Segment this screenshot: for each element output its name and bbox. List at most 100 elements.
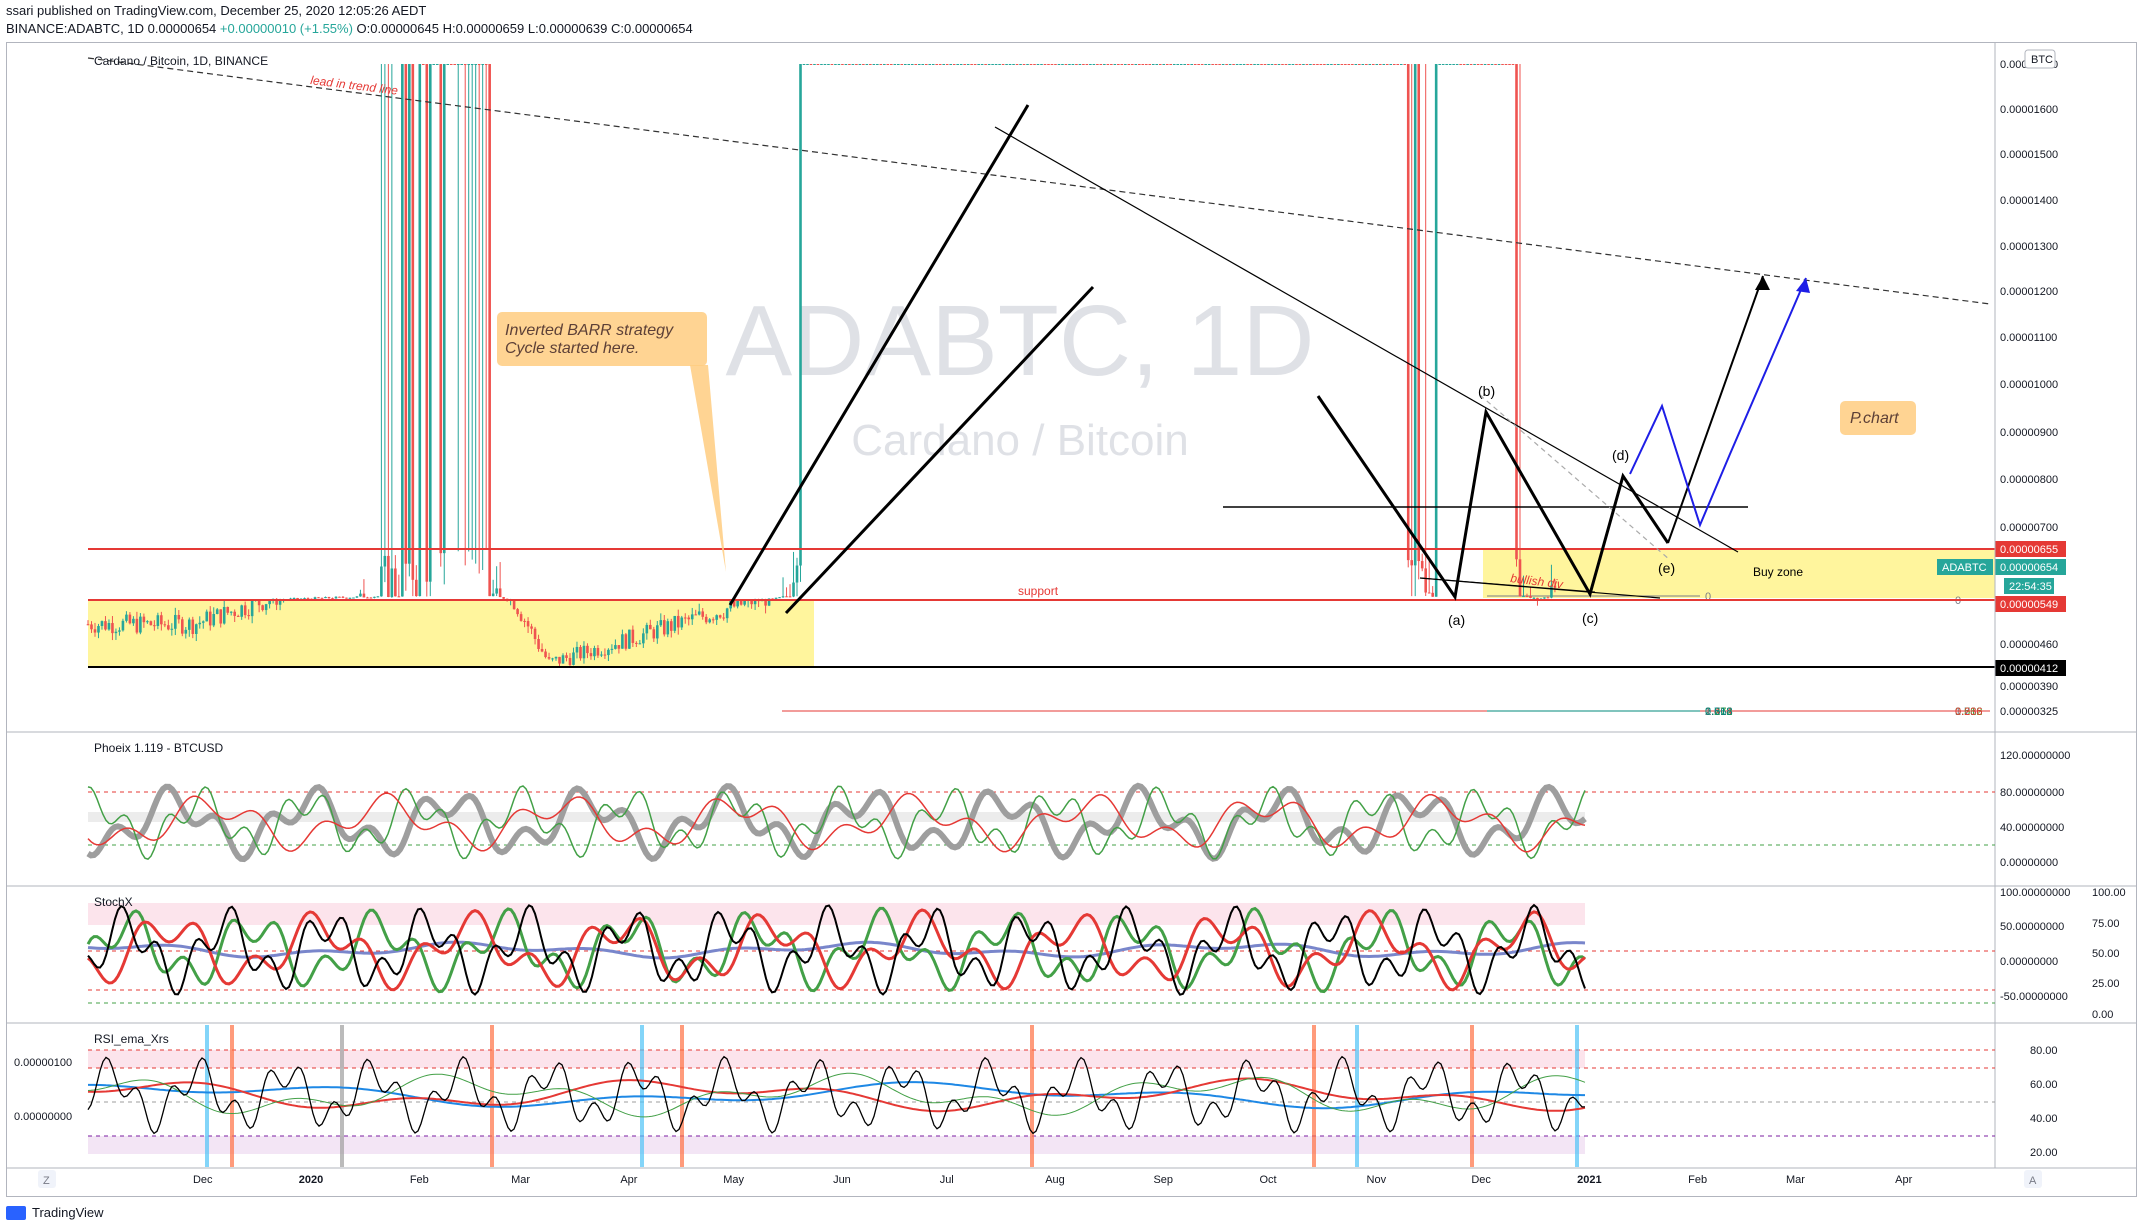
candle-body [1501,64,1504,65]
candle-body [621,634,624,649]
arrow-head-black [1755,276,1770,290]
candle-body [697,611,701,615]
candle-body [910,64,914,65]
candle-body [153,625,156,627]
candle-body [690,614,694,620]
candle-body [1326,64,1330,65]
candle-body [1291,64,1295,65]
candle-body [1158,64,1162,65]
tag-current-text: 0.00000654 [2000,562,2058,574]
candle-body [1068,64,1071,65]
candle-body [924,64,928,65]
candle-body [1092,64,1096,65]
candle-body [408,64,411,564]
candle-body [1141,64,1145,65]
candle-body [1239,64,1242,65]
rsi-pane[interactable] [87,1025,1995,1167]
candle-body [575,646,579,653]
candle-body [1476,64,1480,65]
candle-body [596,647,600,656]
time-tick: 2020 [299,1174,323,1186]
candle-body [1022,64,1026,65]
phoenix-scale-tick: 80.00000000 [2000,787,2064,799]
candle-body [662,620,666,635]
stochx-scale-tick: 0.00000000 [2000,956,2058,968]
candle-body [631,629,635,643]
candle-body [820,64,823,65]
candle-body [470,64,474,65]
candle-body [1462,64,1466,65]
candle-body [900,64,904,65]
candle-body [456,64,460,65]
candle-body [1452,64,1455,65]
candle-body [125,614,128,621]
candle-body [666,621,670,635]
time-axis[interactable]: Dec 2020 Feb Mar Apr May Jun Jul Aug Sep Oct Nov Dec… [193,1174,1913,1186]
candle-body [1309,64,1312,65]
candle-body [711,619,715,621]
time-tick: Oct [1259,1174,1276,1186]
phoenix-band [88,812,1585,822]
candle-body [1260,64,1263,65]
candle-body [1333,64,1337,65]
candle-body [558,656,561,664]
phoenix-grey-area [86,782,1587,863]
time-tick: May [723,1174,744,1186]
candle-body [676,615,680,628]
rsi-overbought-band [88,1050,1585,1068]
rsi-signal-bar [340,1025,344,1167]
barr-line-1: Inverted BARR strategy [505,322,674,339]
candle-body [830,64,834,65]
candle-body [428,64,432,582]
candle-body [893,64,897,65]
candle-body [774,597,778,599]
barr-callout-pointer [690,365,726,572]
buy-zone-label: Buy zone [1753,565,1803,579]
watermark-big: ADABTC, 1D [725,285,1314,397]
candle-body [607,649,610,656]
phoenix-pane[interactable] [86,782,1995,863]
candle-body [1347,64,1351,65]
candle-body [477,64,481,65]
stochx-pane[interactable] [86,903,1995,1004]
candle-body [886,64,890,65]
tradingview-logo-icon [6,1205,26,1220]
price-tick: 0.00001100 [2000,332,2057,344]
candle-body [816,64,820,65]
candle-body [795,565,799,583]
candle-body [111,623,114,634]
candle-body [890,64,893,65]
candle-body [198,622,202,625]
candle-body [432,64,436,65]
candle-body [167,625,170,630]
candle-body [1015,64,1019,65]
candle-body [1043,64,1047,65]
candle-body [823,64,827,65]
rsi-scale-tick: 80.00 [2030,1045,2058,1057]
candle-body [1382,64,1386,65]
candle-body [1431,592,1434,597]
candle-body [963,64,966,65]
chart-canvas[interactable]: ADABTC, 1D Cardano / Bitcoin 10.7860.618… [0,0,2146,1230]
candle-body [931,64,935,65]
candle-body [966,64,970,65]
candle-body [1403,64,1407,65]
time-tick: Apr [620,1174,637,1186]
price-axis[interactable]: 0.000017000.000016000.000015000.00001400… [2000,59,2058,718]
candle-body [1399,64,1403,65]
time-tick: Sep [1153,1174,1173,1186]
candle-body [1354,64,1358,65]
candle-body [1413,64,1417,566]
candle-body [914,64,918,65]
tag-symbol-text: ADABTC [1942,562,1987,574]
candle-body [952,64,956,65]
candle-body [411,64,415,580]
barr-line-2: Cycle started here. [505,340,639,357]
candle-body [1487,64,1490,65]
candle-body [467,64,471,65]
time-tick: Jul [940,1174,954,1186]
candle-body [568,657,572,665]
candle-body [1396,64,1400,65]
candle-body [1427,592,1431,594]
candle-body [704,616,708,623]
